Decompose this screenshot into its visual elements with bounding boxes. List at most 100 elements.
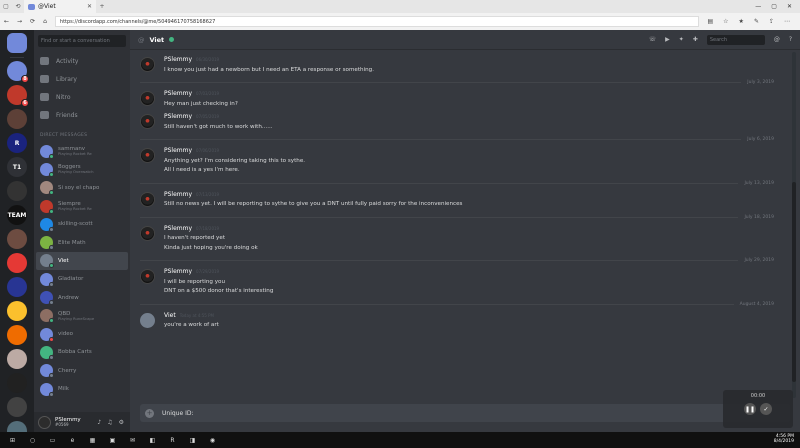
message-author[interactable]: Viet (164, 312, 176, 319)
server-icon[interactable]: R (7, 133, 27, 153)
share-icon[interactable]: ⇪ (769, 18, 774, 25)
message-author[interactable]: PSlemmy (164, 113, 192, 120)
server-icon[interactable] (7, 349, 27, 369)
find-conversation-input[interactable]: Find or start a conversation (38, 35, 126, 47)
deafen-headphones-icon[interactable]: ♫ (107, 419, 112, 426)
more-icon[interactable]: ⋯ (784, 18, 790, 25)
notes-icon[interactable]: ✎ (754, 18, 759, 25)
dm-item[interactable]: QBD Playing RuneScape (36, 307, 128, 325)
dm-item[interactable]: Gladiator (36, 270, 128, 288)
user-avatar[interactable] (38, 415, 51, 429)
avatar[interactable] (140, 57, 155, 72)
composer-text[interactable]: Unique ID: (162, 410, 193, 417)
message-author[interactable]: PSlemmy (164, 191, 192, 198)
avatar[interactable] (140, 225, 155, 241)
system-clock[interactable]: 4:56 PM 8/4/2019 (774, 434, 800, 445)
mentions-icon[interactable]: @ (774, 36, 780, 43)
server-icon[interactable] (7, 301, 27, 321)
server-icon[interactable] (7, 109, 27, 129)
message-author[interactable]: PSlemmy (164, 268, 192, 275)
search-input[interactable]: Search (706, 34, 765, 45)
close-tab-icon[interactable]: ✕ (87, 3, 92, 10)
runelite-icon[interactable]: R (168, 436, 177, 445)
voice-call-icon[interactable]: ☏ (649, 36, 657, 43)
cortana-icon[interactable]: ○ (28, 436, 37, 445)
add-friend-icon[interactable]: ✚ (693, 36, 698, 43)
url-input[interactable]: https://discordapp.com/channels/@me/5049… (54, 16, 700, 27)
app2-icon[interactable]: ◨ (188, 436, 197, 445)
dm-item[interactable]: Andrew (36, 288, 128, 306)
mute-mic-icon[interactable]: ♪ (97, 419, 101, 426)
avatar[interactable] (140, 312, 155, 328)
server-icon[interactable] (7, 181, 27, 201)
dm-item[interactable]: Boggers Playing Overwatch (36, 160, 128, 178)
forward-icon[interactable]: → (17, 18, 22, 25)
avatar[interactable] (140, 269, 155, 284)
mail-icon[interactable]: ✉ (128, 436, 137, 445)
server-icon[interactable]: TEAM (7, 205, 27, 225)
help-icon[interactable]: ? (789, 36, 792, 43)
scrollbar-thumb[interactable] (792, 182, 796, 382)
server-icon[interactable] (7, 229, 27, 249)
server-icon[interactable] (7, 277, 27, 297)
server-icon[interactable] (7, 397, 27, 417)
server-icon[interactable]: 8 (7, 61, 29, 83)
favorites-icon[interactable]: ★ (739, 18, 744, 25)
dm-item[interactable]: Milk (36, 380, 128, 398)
refresh-icon[interactable]: ⟳ (30, 18, 35, 25)
browser-tab[interactable]: @Viet ✕ (24, 0, 96, 13)
settings-gear-icon[interactable]: ⚙ (119, 419, 124, 426)
minimize-icon[interactable]: — (755, 3, 761, 10)
message-author[interactable]: PSlemmy (164, 56, 192, 63)
confirm-icon[interactable]: ✓ (760, 403, 772, 415)
dm-item[interactable]: Cherry (36, 362, 128, 380)
server-icon[interactable] (7, 325, 27, 345)
dm-item[interactable]: Bobba Carts (36, 343, 128, 361)
server-icon[interactable]: 6 (7, 85, 29, 107)
server-icon[interactable] (7, 253, 27, 273)
avatar[interactable] (140, 148, 155, 163)
server-icon[interactable] (7, 373, 27, 393)
pinned-messages-icon[interactable]: ✦ (679, 36, 684, 43)
dm-item[interactable]: sammanv Playing Rocket Re (36, 142, 128, 160)
task-view-icon[interactable]: ▭ (48, 436, 57, 445)
sidebar-item-library[interactable]: Library (34, 70, 130, 88)
sidebar-item-nitro[interactable]: Nitro (34, 88, 130, 106)
file-explorer-icon[interactable]: ▦ (88, 436, 97, 445)
video-call-icon[interactable]: ▶ (665, 36, 670, 43)
dm-item[interactable]: Siempre Playing Rocket Re (36, 197, 128, 215)
start-icon[interactable]: ⊞ (8, 436, 17, 445)
server-icon[interactable]: T1 (7, 157, 27, 177)
upload-plus-icon[interactable]: + (145, 408, 154, 418)
pause-icon[interactable]: ❚❚ (744, 403, 756, 415)
message-author[interactable]: PSlemmy (164, 90, 192, 97)
home-button[interactable] (7, 33, 27, 53)
dm-item[interactable]: Elite Math (36, 233, 128, 251)
app-icon[interactable]: ◧ (148, 436, 157, 445)
message-composer[interactable]: + Unique ID: (140, 404, 790, 422)
dm-item[interactable]: Si soy el chapo (36, 179, 128, 197)
tab-back-icon[interactable]: ⟲ (12, 3, 24, 10)
avatar[interactable] (140, 91, 155, 106)
tab-actions-icon[interactable]: ▢ (0, 3, 12, 10)
chat-scrollbar[interactable] (792, 52, 796, 398)
close-window-icon[interactable]: ✕ (787, 3, 792, 10)
reading-view-icon[interactable]: ▤ (707, 18, 713, 25)
back-icon[interactable]: ← (4, 18, 9, 25)
message-author[interactable]: PSlemmy (164, 147, 192, 154)
chrome-icon[interactable]: ◉ (208, 436, 217, 445)
avatar[interactable] (140, 191, 155, 207)
avatar[interactable] (140, 114, 155, 129)
new-tab-icon[interactable]: + (96, 3, 108, 10)
dm-item[interactable]: skilling-scott (36, 215, 128, 233)
favorite-star-icon[interactable]: ☆ (723, 18, 728, 25)
home-icon[interactable]: ⌂ (43, 18, 47, 25)
message-author[interactable]: PSlemmy (164, 225, 192, 232)
sidebar-item-friends[interactable]: Friends (34, 106, 130, 124)
dm-item[interactable]: Viet (36, 251, 128, 271)
edge-icon[interactable]: e (68, 436, 77, 445)
dm-item[interactable]: video (36, 325, 128, 343)
server-icon[interactable] (7, 421, 27, 432)
sidebar-item-activity[interactable]: Activity (34, 52, 130, 70)
maximize-icon[interactable]: ▢ (771, 3, 777, 10)
